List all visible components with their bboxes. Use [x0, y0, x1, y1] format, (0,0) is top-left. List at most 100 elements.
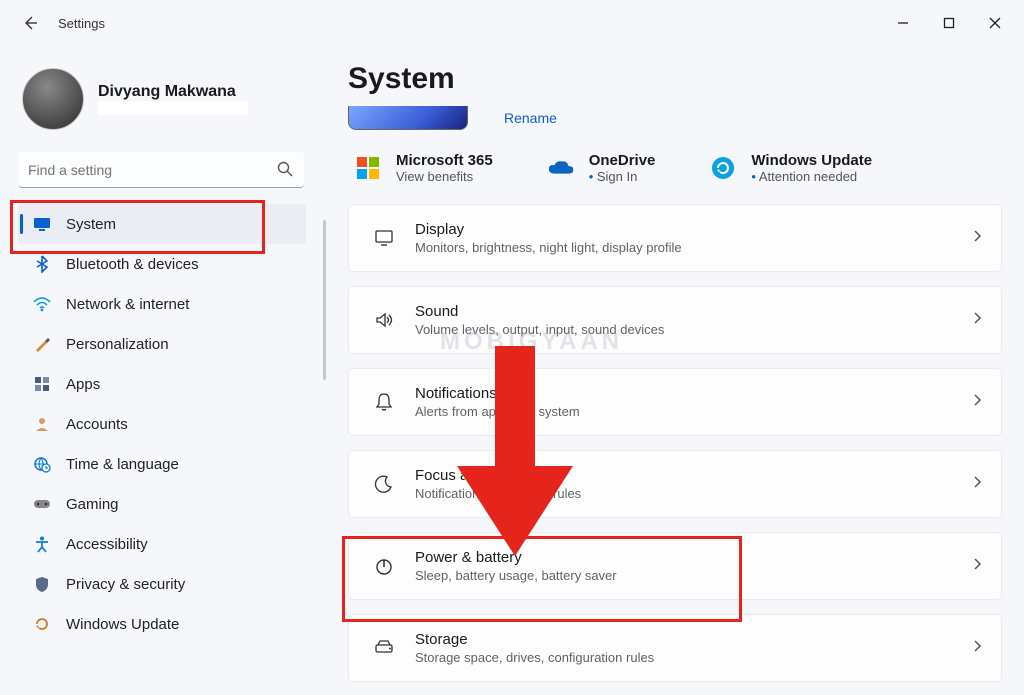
sidebar-item-label: Network & internet — [66, 296, 189, 313]
chevron-right-icon — [971, 393, 983, 411]
card-title: Notifications — [415, 385, 580, 402]
maximize-button[interactable] — [926, 3, 972, 43]
card-sub: Alerts from apps and system — [415, 404, 580, 419]
update-icon — [32, 614, 52, 634]
globe-clock-icon — [32, 454, 52, 474]
card-title: Power & battery — [415, 549, 617, 566]
avatar — [22, 68, 84, 130]
window-controls — [880, 3, 1018, 43]
titlebar: Settings — [0, 0, 1024, 46]
promo-onedrive[interactable]: OneDrive Sign In — [547, 152, 656, 184]
gamepad-icon — [32, 494, 52, 514]
sidebar-item-label: Apps — [66, 376, 100, 393]
card-notifications[interactable]: Notifications Alerts from apps and syste… — [348, 368, 1002, 436]
onedrive-icon — [547, 154, 575, 182]
moon-icon — [367, 473, 401, 495]
chevron-right-icon — [971, 475, 983, 493]
microsoft-365-icon — [354, 154, 382, 182]
drive-icon — [367, 637, 401, 659]
promo-sub: View benefits — [396, 169, 493, 184]
promo-title: Microsoft 365 — [396, 152, 493, 169]
back-button[interactable] — [20, 13, 40, 33]
nav: System Bluetooth & devices Network & int… — [18, 204, 306, 644]
chevron-right-icon — [971, 311, 983, 329]
promo-windows-update[interactable]: Windows Update Attention needed — [709, 152, 872, 184]
card-power-battery[interactable]: Power & battery Sleep, battery usage, ba… — [348, 532, 1002, 600]
sidebar-item-label: Personalization — [66, 336, 169, 353]
sidebar-item-accounts[interactable]: Accounts — [18, 404, 306, 444]
wifi-icon — [32, 294, 52, 314]
promo-ms365[interactable]: Microsoft 365 View benefits — [354, 152, 493, 184]
chevron-right-icon — [971, 229, 983, 247]
card-title: Focus assist — [415, 467, 581, 484]
sidebar-item-gaming[interactable]: Gaming — [18, 484, 306, 524]
user-name: Divyang Makwana — [98, 83, 248, 101]
card-title: Display — [415, 221, 682, 238]
promo-title: OneDrive — [589, 152, 656, 169]
sidebar-item-network[interactable]: Network & internet — [18, 284, 306, 324]
device-preview-row: Rename — [348, 106, 1002, 130]
card-display[interactable]: Display Monitors, brightness, night ligh… — [348, 204, 1002, 272]
apps-icon — [32, 374, 52, 394]
chevron-right-icon — [971, 639, 983, 657]
promo-sub: Sign In — [589, 169, 656, 184]
sidebar-item-bluetooth[interactable]: Bluetooth & devices — [18, 244, 306, 284]
power-icon — [367, 555, 401, 577]
sidebar: Divyang Makwana System Bluetooth & devic… — [0, 46, 320, 695]
sidebar-item-privacy[interactable]: Privacy & security — [18, 564, 306, 604]
sidebar-item-time-language[interactable]: Time & language — [18, 444, 306, 484]
sidebar-item-label: Gaming — [66, 496, 119, 513]
sidebar-item-personalization[interactable]: Personalization — [18, 324, 306, 364]
accessibility-icon — [32, 534, 52, 554]
windows-update-icon — [709, 154, 737, 182]
main-content: System Rename Microsoft 365 View benefit… — [320, 46, 1024, 695]
card-title: Storage — [415, 631, 654, 648]
rename-link[interactable]: Rename — [504, 110, 557, 130]
card-sub: Volume levels, output, input, sound devi… — [415, 322, 664, 337]
card-title: Sound — [415, 303, 664, 320]
card-sub: Monitors, brightness, night light, displ… — [415, 240, 682, 255]
user-sub — [98, 101, 248, 115]
shield-icon — [32, 574, 52, 594]
card-sub: Notifications, automatic rules — [415, 486, 581, 501]
sidebar-item-label: Accessibility — [66, 536, 148, 553]
sidebar-item-accessibility[interactable]: Accessibility — [18, 524, 306, 564]
bell-icon — [367, 391, 401, 413]
bluetooth-icon — [32, 254, 52, 274]
card-storage[interactable]: Storage Storage space, drives, configura… — [348, 614, 1002, 682]
sidebar-item-apps[interactable]: Apps — [18, 364, 306, 404]
sidebar-item-label: Windows Update — [66, 616, 179, 633]
search-field[interactable] — [18, 152, 304, 188]
brush-icon — [32, 334, 52, 354]
user-block[interactable]: Divyang Makwana — [22, 68, 310, 130]
sidebar-item-system[interactable]: System — [18, 204, 306, 244]
settings-list: Display Monitors, brightness, night ligh… — [348, 204, 1002, 682]
monitor-icon — [32, 214, 52, 234]
sound-icon — [367, 309, 401, 331]
sidebar-item-label: Privacy & security — [66, 576, 185, 593]
search-input[interactable] — [18, 152, 304, 188]
sidebar-item-label: Time & language — [66, 456, 179, 473]
sidebar-item-label: System — [66, 216, 116, 233]
maximize-icon — [943, 17, 955, 29]
minimize-button[interactable] — [880, 3, 926, 43]
display-icon — [367, 227, 401, 249]
promo-row: Microsoft 365 View benefits OneDrive Sig… — [348, 144, 1002, 204]
person-icon — [32, 414, 52, 434]
card-sub: Sleep, battery usage, battery saver — [415, 568, 617, 583]
chevron-right-icon — [971, 557, 983, 575]
card-sub: Storage space, drives, configuration rul… — [415, 650, 654, 665]
minimize-icon — [897, 17, 909, 29]
card-focus-assist[interactable]: Focus assist Notifications, automatic ru… — [348, 450, 1002, 518]
device-thumbnail — [348, 106, 468, 130]
page-title: System — [348, 62, 1002, 96]
promo-sub: Attention needed — [751, 169, 872, 184]
sidebar-item-label: Bluetooth & devices — [66, 256, 199, 273]
sidebar-item-windows-update[interactable]: Windows Update — [18, 604, 306, 644]
app-title: Settings — [58, 16, 105, 31]
close-button[interactable] — [972, 3, 1018, 43]
close-icon — [989, 17, 1001, 29]
arrow-left-icon — [22, 15, 38, 31]
search-icon — [276, 160, 294, 183]
card-sound[interactable]: Sound Volume levels, output, input, soun… — [348, 286, 1002, 354]
